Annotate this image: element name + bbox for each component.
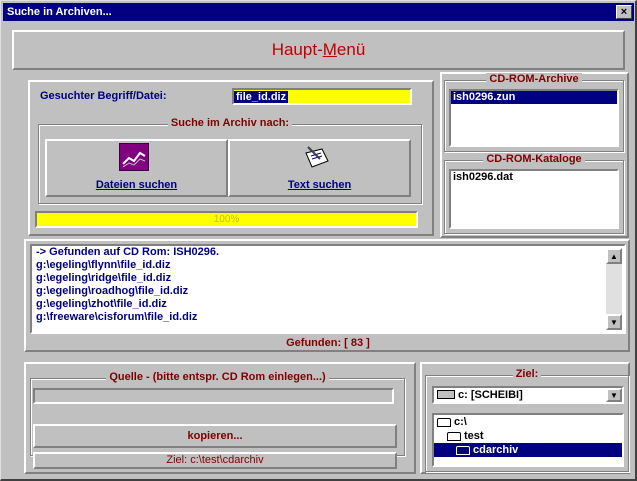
folder-open-icon bbox=[447, 431, 461, 441]
drive-select[interactable]: c: [SCHEIBI] ▼ bbox=[432, 386, 624, 404]
search-text-button[interactable]: Text suchen bbox=[228, 139, 411, 197]
main-menu-label-suffix: enü bbox=[336, 40, 366, 59]
dir-label: cdarchiv bbox=[473, 444, 519, 456]
progress-text: 100% bbox=[213, 214, 240, 225]
source-group-title: Quelle - (bitte entspr. CD Rom einlegen.… bbox=[106, 371, 329, 383]
search-files-label: Dateien suchen bbox=[95, 179, 178, 191]
folder-open-icon bbox=[456, 445, 470, 455]
folder-open-icon bbox=[437, 417, 451, 427]
list-item[interactable]: g:\freeware\cisforum\file_id.diz bbox=[32, 311, 624, 324]
list-item[interactable]: c:\ bbox=[434, 415, 622, 429]
results-list[interactable]: -> Gefunden auf CD Rom: ISH0296. g:\egel… bbox=[30, 244, 626, 334]
dir-label: c:\ bbox=[454, 416, 467, 428]
target-path-button[interactable]: Ziel: c:\test\cdarchiv bbox=[33, 452, 397, 469]
list-item[interactable]: cdarchiv bbox=[434, 443, 622, 457]
search-term-input[interactable]: file_id.diz bbox=[232, 88, 412, 105]
dir-label: test bbox=[464, 430, 484, 442]
list-item[interactable]: g:\egeling\flynn\file_id.diz bbox=[32, 259, 624, 272]
chevron-down-icon[interactable]: ▼ bbox=[606, 388, 622, 402]
search-term-label: Gesuchter Begriff/Datei: bbox=[40, 90, 167, 102]
title-bar: Suche in Archiven... × bbox=[3, 3, 634, 21]
cdrom-archives-title: CD-ROM-Archive bbox=[486, 73, 582, 85]
main-menu-accel: M bbox=[322, 40, 337, 59]
drive-icon bbox=[437, 390, 455, 399]
list-item[interactable]: g:\egeling\ridge\file_id.diz bbox=[32, 272, 624, 285]
window-title: Suche in Archiven... bbox=[7, 6, 112, 18]
list-item[interactable]: ish0296.zun bbox=[451, 91, 617, 104]
source-field bbox=[33, 388, 394, 404]
search-term-value: file_id.diz bbox=[234, 91, 289, 103]
target-group-title: Ziel: bbox=[512, 368, 542, 380]
main-menu-label-prefix: Haupt- bbox=[271, 40, 323, 59]
search-files-button[interactable]: Dateien suchen bbox=[45, 139, 228, 197]
list-item[interactable]: g:\egeling\zhot\file_id.diz bbox=[32, 298, 624, 311]
drive-value: c: [SCHEIBI] bbox=[458, 389, 523, 401]
chart-icon bbox=[119, 143, 149, 171]
close-icon[interactable]: × bbox=[616, 5, 632, 19]
found-count: Gefunden: [ 83 ] bbox=[286, 337, 370, 349]
search-mode-group-title: Suche im Archiv nach: bbox=[167, 117, 293, 129]
results-scrollbar[interactable]: ▲ ▼ bbox=[606, 248, 622, 330]
list-item[interactable]: ish0296.dat bbox=[451, 171, 617, 184]
search-progress-bar: 100% bbox=[35, 211, 418, 228]
cdrom-catalogs-title: CD-ROM-Kataloge bbox=[483, 153, 585, 165]
cdrom-archives-list[interactable]: ish0296.zun bbox=[449, 89, 619, 147]
copy-button[interactable]: kopieren... bbox=[33, 424, 397, 448]
note-pencil-icon bbox=[302, 145, 332, 171]
search-text-label: Text suchen bbox=[287, 179, 352, 191]
cdrom-catalogs-list[interactable]: ish0296.dat bbox=[449, 169, 619, 229]
list-item[interactable]: -> Gefunden auf CD Rom: ISH0296. bbox=[32, 246, 624, 259]
list-item[interactable]: test bbox=[434, 429, 622, 443]
directory-list[interactable]: c:\ test cdarchiv bbox=[432, 413, 624, 467]
list-item[interactable]: g:\egeling\roadhog\file_id.diz bbox=[32, 285, 624, 298]
scroll-down-icon[interactable]: ▼ bbox=[606, 314, 622, 330]
main-menu-button[interactable]: Haupt-Menü bbox=[12, 30, 625, 70]
scroll-up-icon[interactable]: ▲ bbox=[606, 248, 622, 264]
